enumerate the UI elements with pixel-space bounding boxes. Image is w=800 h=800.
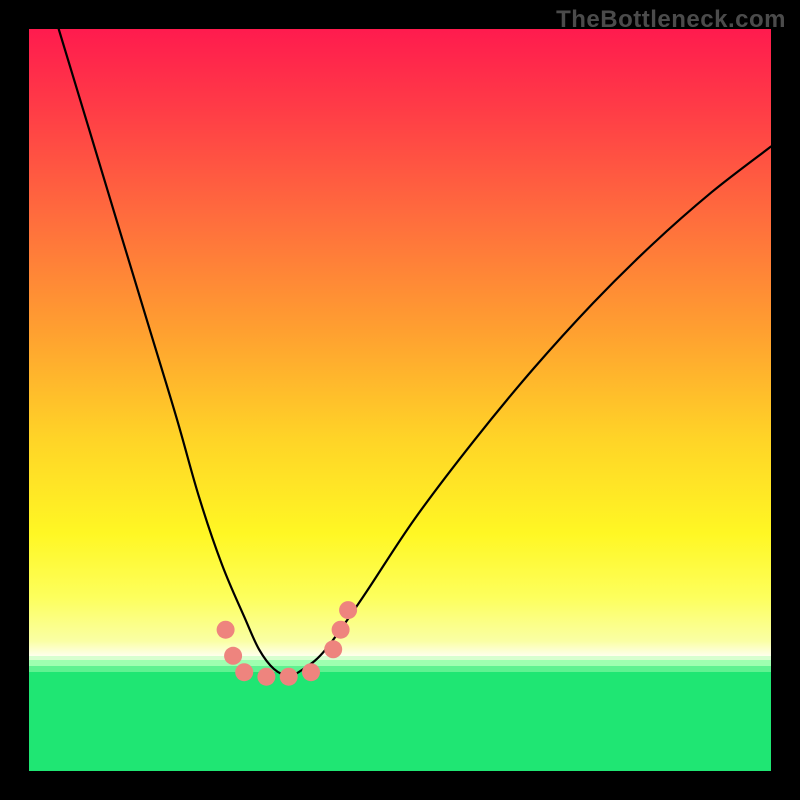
watermark-text: TheBottleneck.com bbox=[556, 6, 786, 34]
background-gradient bbox=[29, 29, 771, 660]
green-band-5 bbox=[29, 680, 771, 771]
chart-frame bbox=[29, 29, 771, 771]
green-band-4 bbox=[29, 672, 771, 680]
